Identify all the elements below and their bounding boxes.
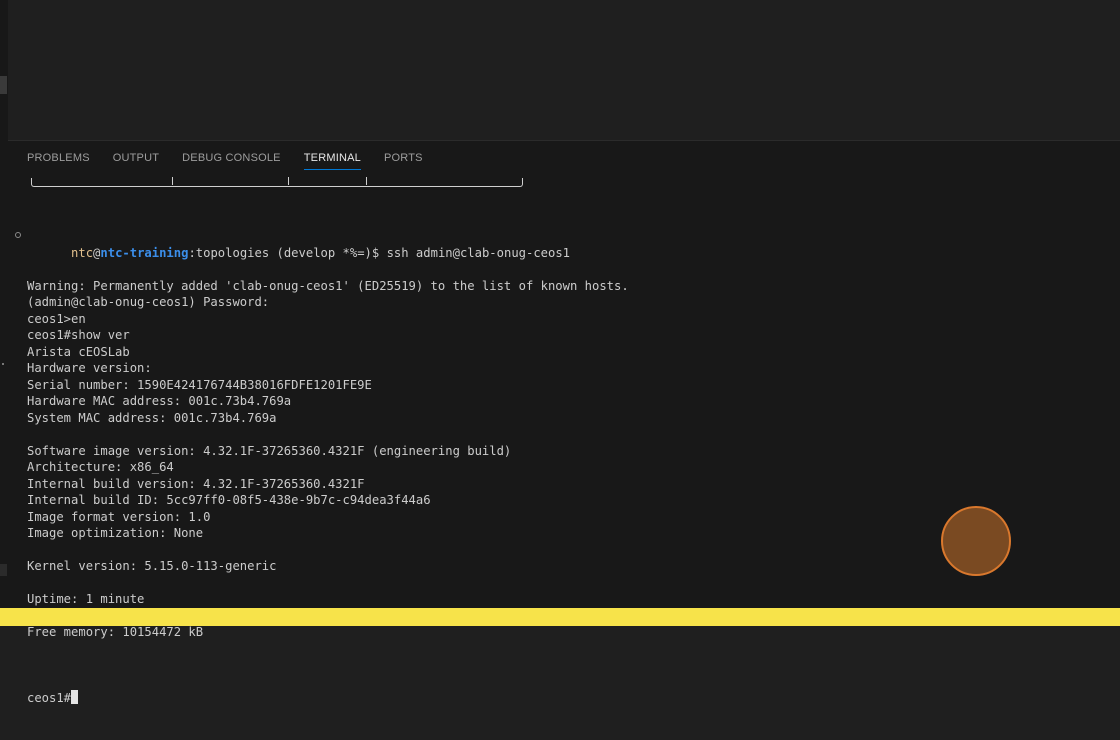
terminal-line: Warning: Permanently added 'clab-onug-ce… (27, 278, 629, 293)
terminal-command-line: ntc@ntc-training:topologies (develop *%=… (15, 228, 1110, 260)
tab-output[interactable]: OUTPUT (113, 141, 159, 175)
tab-debug-console[interactable]: DEBUG CONSOLE (182, 141, 281, 175)
terminal-final-prompt-line: ceos1# (27, 690, 1110, 707)
terminal-cursor (71, 690, 79, 704)
tab-ports[interactable]: PORTS (384, 141, 423, 175)
editor-area (8, 0, 1120, 141)
terminal-line: (admin@clab-onug-ceos1) Password: (27, 295, 270, 309)
terminal-line: Serial number: 1590E424176744B38016FDFE1… (27, 377, 372, 392)
tab-terminal[interactable]: TERMINAL (303, 141, 362, 175)
final-prompt: ceos1# (27, 691, 72, 705)
terminal-line: Hardware MAC address: 001c.73b4.769a (27, 394, 292, 408)
panel-tabs: PROBLEMS OUTPUT DEBUG CONSOLE TERMINAL P… (27, 141, 446, 175)
activity-bar-item[interactable] (0, 76, 7, 94)
activity-bar (0, 0, 8, 626)
terminal-line: Internal build version: 4.32.1F-37265360… (27, 476, 365, 491)
prompt-command: ssh admin@clab-onug-ceos1 (386, 245, 571, 260)
terminal-line: ceos1#show ver (27, 328, 130, 342)
terminal-output[interactable]: ntc@ntc-training:topologies (develop *%=… (15, 195, 1110, 740)
terminal-line: ceos1>en (27, 311, 86, 326)
terminal-line: Hardware version: (27, 361, 152, 375)
activity-bar-item[interactable] (0, 564, 7, 576)
command-decoration-icon[interactable] (15, 232, 21, 238)
click-indicator (941, 506, 1011, 576)
terminal-line: Uptime: 1 minute (27, 592, 145, 606)
sash-dot (2, 363, 4, 365)
terminal-line: Internal build ID: 5cc97ff0-08f5-438e-9b… (27, 493, 431, 507)
terminal-line: Software image version: 4.32.1F-37265360… (27, 443, 512, 458)
prompt-path: :topologies (develop *%=)$ (188, 245, 387, 260)
status-bar (0, 608, 1120, 626)
terminal-line: Free memory: 10154472 kB (27, 625, 204, 639)
prompt-user: ntc (71, 245, 94, 260)
terminal-line: Architecture: x86_64 (27, 460, 174, 474)
terminal-line: Arista cEOSLab (27, 344, 130, 359)
prompt-host: ntc-training (100, 245, 189, 260)
tab-problems[interactable]: PROBLEMS (27, 141, 90, 175)
terminal-line: System MAC address: 001c.73b4.769a (27, 410, 277, 425)
tab-highlight-bracket (31, 177, 523, 187)
terminal-output-lines: Warning: Permanently added 'clab-onug-ce… (27, 278, 1110, 658)
